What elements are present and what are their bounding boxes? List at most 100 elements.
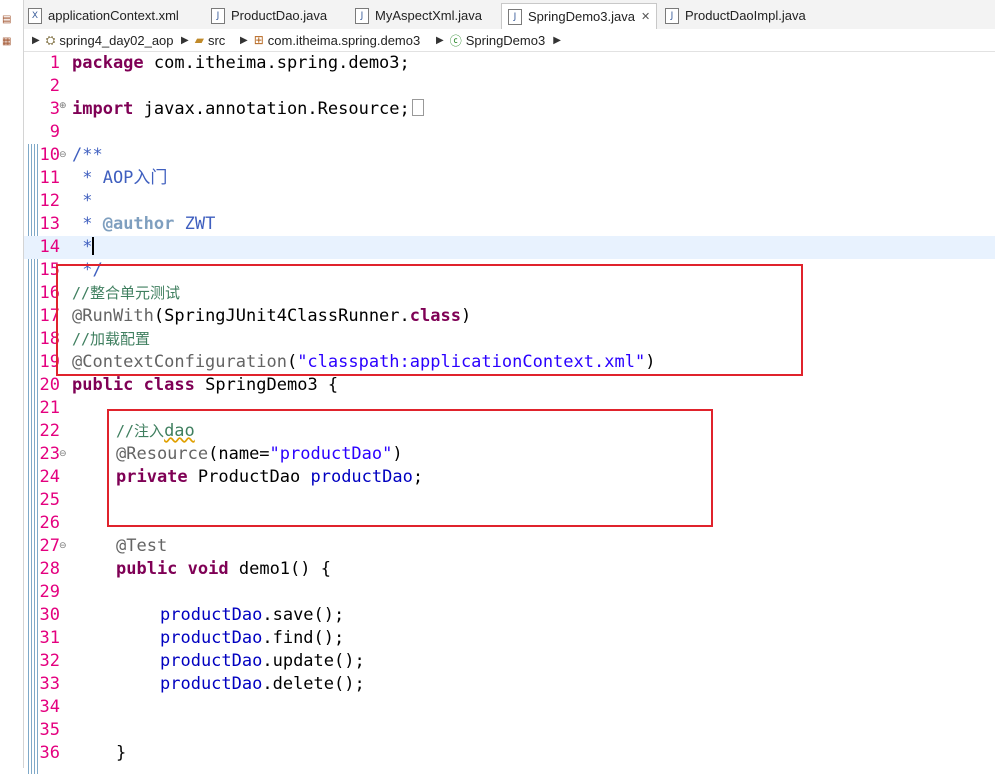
- line-number: 35: [39, 720, 60, 740]
- java-file-icon: J: [355, 7, 369, 24]
- source-folder-icon: ▰: [194, 33, 204, 47]
- java-file-icon: J: [665, 7, 679, 24]
- line-number: 11: [39, 168, 60, 188]
- text-cursor: [92, 237, 95, 255]
- line-number: 13: [39, 214, 60, 234]
- collapsed-imports-icon[interactable]: [411, 99, 424, 116]
- keyword: class: [143, 375, 195, 395]
- field-name: productDao: [160, 605, 263, 625]
- breadcrumb-project[interactable]: ▶ ⛭ spring4_day02_aop: [32, 31, 174, 49]
- javadoc-text: ZWT: [174, 214, 216, 234]
- expand-fold-icon[interactable]: ⊕: [59, 95, 67, 118]
- tab-applicationcontext-xml[interactable]: X applicationContext.xml: [28, 3, 179, 28]
- collapse-fold-icon[interactable]: ⊖: [59, 535, 67, 558]
- line-number: 22: [39, 421, 60, 441]
- line-number: 30: [39, 605, 60, 625]
- current-code-line: 14 *: [24, 236, 995, 259]
- java-file-icon: J: [211, 7, 225, 24]
- line-number: 3: [49, 99, 60, 119]
- line-number: 33: [39, 674, 60, 694]
- tab-label: ProductDaoImpl.java: [685, 8, 806, 23]
- line-number: 23: [39, 444, 60, 464]
- javadoc-text: *: [72, 191, 93, 211]
- code-line: 1 package com.itheima.spring.demo3;: [24, 52, 995, 75]
- keyword: import: [72, 99, 134, 119]
- code-line: 2: [24, 75, 995, 98]
- tab-springdemo3-java[interactable]: J SpringDemo3.java ✕: [501, 3, 658, 29]
- class-icon: ⓒ: [449, 33, 462, 48]
- tab-productdao-java[interactable]: J ProductDao.java: [211, 3, 327, 28]
- editor-tab-bar: X applicationContext.xml J ProductDao.ja…: [24, 0, 995, 30]
- line-number: 1: [49, 53, 60, 73]
- tab-myaspectxml-java[interactable]: J MyAspectXml.java: [355, 3, 482, 28]
- project-icon: ⛭: [45, 32, 56, 47]
- keyword: void: [187, 559, 229, 579]
- code-line: 27 ⊖ @Test: [24, 535, 995, 558]
- highlight-box-injection: [107, 409, 713, 527]
- javadoc-text: * AOP入门: [72, 168, 168, 188]
- line-number: 26: [39, 513, 60, 533]
- line-number: 2: [49, 76, 60, 96]
- java-file-icon: J: [508, 8, 522, 25]
- highlight-box-annotations: [56, 264, 803, 376]
- breadcrumb-package[interactable]: ▶ ⊞ com.itheima.spring.demo3: [240, 31, 420, 49]
- code-text: }: [116, 743, 127, 763]
- package-icon: ⊞: [253, 33, 264, 47]
- field-name: productDao: [160, 651, 263, 671]
- line-number: 24: [39, 467, 60, 487]
- hierarchy-icon[interactable]: ▦: [2, 36, 16, 48]
- line-number: 21: [39, 398, 60, 418]
- code-text: com.itheima.spring.demo3;: [143, 53, 410, 73]
- collapse-fold-icon[interactable]: ⊖: [59, 443, 67, 466]
- line-number: 12: [39, 191, 60, 211]
- line-number: 36: [39, 743, 60, 763]
- keyword: public: [72, 375, 134, 395]
- chevron-right-icon: ▶: [181, 34, 189, 46]
- left-view-strip: ▤ ▦: [0, 0, 24, 768]
- code-line: 28 public void demo1() {: [24, 558, 995, 581]
- chevron-right-icon: ▶: [32, 34, 40, 46]
- breadcrumb-class[interactable]: ▶ ⓒ SpringDemo3 ▶: [436, 31, 561, 49]
- javadoc-text: *: [72, 237, 93, 257]
- code-text: .delete();: [262, 674, 365, 694]
- breadcrumb-class-label: SpringDemo3: [465, 32, 546, 48]
- code-line: 11 * AOP入门: [24, 167, 995, 190]
- annotation: @Test: [116, 536, 168, 556]
- code-text: SpringDemo3 {: [194, 375, 339, 395]
- line-number: 34: [39, 697, 60, 717]
- close-tab-icon[interactable]: ✕: [641, 10, 650, 23]
- code-line: 34: [24, 696, 995, 719]
- collapse-fold-icon[interactable]: ⊖: [59, 144, 67, 167]
- code-line: 10 ⊖ /**: [24, 144, 995, 167]
- tab-label: ProductDao.java: [231, 8, 328, 23]
- outline-icon[interactable]: ▤: [2, 14, 16, 26]
- code-line: 33 productDao.delete();: [24, 673, 995, 696]
- code-line: 3 ⊕ import javax.annotation.Resource;: [24, 98, 995, 121]
- code-line: 13 * @author ZWT: [24, 213, 995, 236]
- code-line: 20 public class SpringDemo3 {: [24, 374, 995, 397]
- code-text: .find();: [262, 628, 345, 648]
- tab-label: MyAspectXml.java: [375, 8, 482, 23]
- code-line: 36 }: [24, 742, 995, 765]
- code-text: .save();: [262, 605, 345, 625]
- code-text: demo1() {: [228, 559, 331, 579]
- line-number: 14: [39, 237, 60, 257]
- line-number: 28: [39, 559, 60, 579]
- tab-productdaoimpl-java[interactable]: J ProductDaoImpl.java: [665, 3, 806, 28]
- xml-file-icon: X: [28, 7, 42, 24]
- keyword: public: [116, 559, 178, 579]
- code-line: 35: [24, 719, 995, 742]
- code-line: 9: [24, 121, 995, 144]
- line-number: 10: [39, 145, 60, 165]
- tab-label: applicationContext.xml: [48, 8, 179, 23]
- line-number: 31: [39, 628, 60, 648]
- code-line: 29: [24, 581, 995, 604]
- line-number: 29: [39, 582, 60, 602]
- chevron-right-icon: ▶: [436, 34, 444, 46]
- field-name: productDao: [160, 674, 263, 694]
- breadcrumb-project-label: spring4_day02_aop: [59, 32, 174, 48]
- code-text: .update();: [262, 651, 365, 671]
- breadcrumb-package-label: com.itheima.spring.demo3: [267, 32, 421, 48]
- breadcrumb-folder[interactable]: ▶ ▰ src: [181, 31, 225, 49]
- tab-label: SpringDemo3.java: [528, 9, 635, 24]
